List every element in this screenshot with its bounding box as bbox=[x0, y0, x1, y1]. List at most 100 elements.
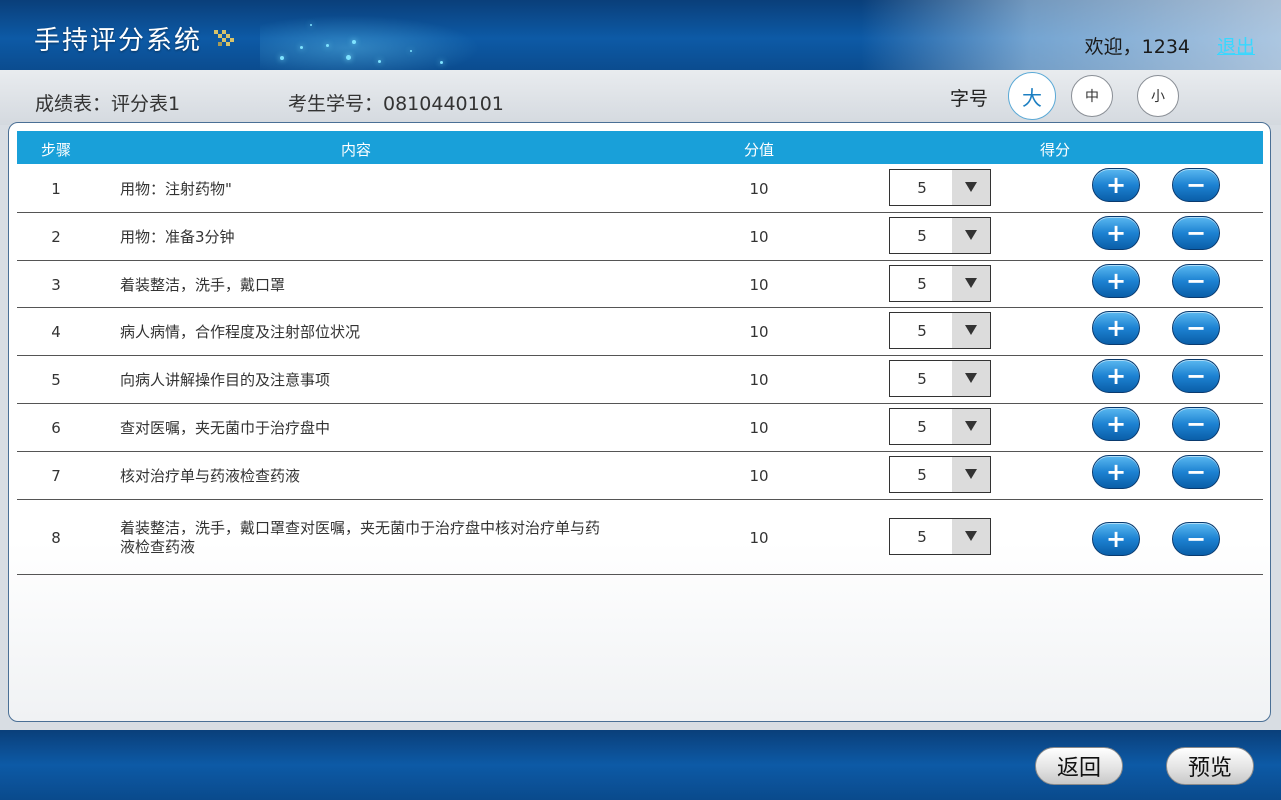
column-header-score: 分值 bbox=[743, 141, 774, 159]
table-row: 7 核对治疗单与药液检查药液 10 5 + − bbox=[17, 452, 1263, 500]
earned-score-value: 5 bbox=[917, 466, 927, 484]
font-size-medium-button[interactable]: 中 bbox=[1071, 75, 1113, 117]
step-number: 7 bbox=[51, 467, 61, 485]
table-row: 2 用物：准备3分钟 10 5 + − bbox=[17, 213, 1263, 261]
preview-button[interactable]: 预览 bbox=[1166, 747, 1254, 785]
step-number: 5 bbox=[51, 371, 61, 389]
back-button[interactable]: 返回 bbox=[1035, 747, 1123, 785]
column-header-earned: 得分 bbox=[1039, 141, 1070, 159]
step-content: 用物：准备3分钟 bbox=[120, 228, 235, 246]
step-number: 4 bbox=[51, 323, 61, 341]
triangle-down-icon bbox=[965, 469, 977, 479]
score-sheet-label: 成绩表：评分表1 bbox=[35, 93, 181, 115]
max-score: 10 bbox=[749, 180, 769, 198]
font-size-large-button[interactable]: 大 bbox=[1008, 72, 1056, 120]
step-number: 1 bbox=[51, 180, 61, 198]
dropdown-toggle[interactable] bbox=[952, 518, 990, 554]
welcome-text: 欢迎，1234 bbox=[1084, 36, 1190, 58]
sparkle-dot bbox=[280, 56, 284, 60]
earned-score-select[interactable]: 5 bbox=[889, 264, 991, 302]
increase-score-button[interactable]: + bbox=[1092, 455, 1140, 489]
sparkle-dot bbox=[352, 40, 356, 44]
decrease-score-button[interactable]: − bbox=[1172, 407, 1220, 441]
step-number: 8 bbox=[51, 528, 61, 547]
table-row: 5 向病人讲解操作目的及注意事项 10 5 + − bbox=[17, 356, 1263, 404]
dropdown-toggle[interactable] bbox=[952, 218, 990, 253]
step-number: 3 bbox=[51, 275, 61, 294]
earned-score-select[interactable]: 5 bbox=[889, 169, 991, 206]
increase-score-button[interactable]: + bbox=[1092, 216, 1140, 250]
sparkle-dot bbox=[300, 46, 303, 49]
decrease-score-button[interactable]: − bbox=[1172, 168, 1220, 202]
increase-score-button[interactable]: + bbox=[1092, 311, 1140, 345]
column-header-step: 步骤 bbox=[40, 141, 71, 159]
step-number: 2 bbox=[51, 228, 61, 246]
table-header: 步骤 内容 分值 得分 bbox=[17, 131, 1263, 164]
decrease-score-button[interactable]: − bbox=[1172, 311, 1220, 345]
checker-icon bbox=[214, 30, 234, 46]
dropdown-toggle[interactable] bbox=[952, 313, 990, 348]
max-score: 10 bbox=[749, 419, 769, 437]
sparkle-dot bbox=[346, 55, 351, 60]
triangle-down-icon bbox=[965, 277, 977, 288]
max-score: 10 bbox=[749, 275, 769, 294]
earned-score-select[interactable]: 5 bbox=[889, 360, 991, 397]
triangle-down-icon bbox=[965, 421, 977, 431]
earned-score-value: 5 bbox=[917, 370, 927, 388]
earned-score-value: 5 bbox=[917, 179, 927, 197]
font-size-small-button[interactable]: 小 bbox=[1137, 75, 1179, 117]
max-score: 10 bbox=[749, 528, 769, 547]
column-header-content: 内容 bbox=[340, 141, 371, 159]
step-content: 着装整洁，洗手，戴口罩查对医嘱，夹无菌巾于治疗盘中核对治疗单与药液检查药液 bbox=[120, 518, 601, 556]
score-table-panel: 步骤 内容 分值 得分 1 用物：注射药物" 10 5 + −2 用物：准备3分钟 10 5 + −… bbox=[8, 122, 1271, 722]
earned-score-select[interactable]: 5 bbox=[889, 312, 991, 349]
dropdown-toggle[interactable] bbox=[952, 457, 990, 492]
increase-score-button[interactable]: + bbox=[1092, 263, 1140, 298]
increase-score-button[interactable]: + bbox=[1092, 407, 1140, 441]
triangle-down-icon bbox=[965, 325, 977, 335]
earned-score-value: 5 bbox=[917, 322, 927, 340]
student-id-label: 考生学号：0810440101 bbox=[288, 93, 504, 115]
step-content: 核对治疗单与药液检查药液 bbox=[120, 467, 301, 485]
font-size-label: 字号 bbox=[950, 88, 989, 110]
step-content: 用物：注射药物" bbox=[120, 180, 232, 198]
triangle-down-icon bbox=[965, 530, 977, 541]
sparkle-dot bbox=[410, 50, 412, 52]
table-row: 1 用物：注射药物" 10 5 + − bbox=[17, 165, 1263, 213]
dropdown-toggle[interactable] bbox=[952, 170, 990, 205]
step-content: 向病人讲解操作目的及注意事项 bbox=[120, 371, 331, 389]
max-score: 10 bbox=[749, 371, 769, 389]
sparkle-dot bbox=[378, 60, 381, 63]
triangle-down-icon bbox=[965, 230, 977, 240]
increase-score-button[interactable]: + bbox=[1092, 168, 1140, 202]
dropdown-toggle[interactable] bbox=[952, 409, 990, 444]
increase-score-button[interactable]: + bbox=[1092, 359, 1140, 393]
earned-score-value: 5 bbox=[917, 418, 927, 436]
decrease-score-button[interactable]: − bbox=[1172, 216, 1220, 250]
dropdown-toggle[interactable] bbox=[952, 265, 990, 301]
logout-link[interactable]: 退出 bbox=[1217, 32, 1255, 59]
subheader: 成绩表：评分表1 考生学号：0810440101 字号 大 中 小 bbox=[0, 70, 1281, 125]
decrease-score-button[interactable]: − bbox=[1172, 359, 1220, 393]
sparkle-dot bbox=[326, 44, 329, 47]
table-row: 6 查对医嘱，夹无菌巾于治疗盘中 10 5 + − bbox=[17, 404, 1263, 452]
decrease-score-button[interactable]: − bbox=[1172, 263, 1220, 298]
earned-score-select[interactable]: 5 bbox=[889, 408, 991, 445]
sparkle-dot bbox=[440, 61, 443, 64]
decrease-score-button[interactable]: − bbox=[1172, 521, 1220, 556]
earned-score-select[interactable]: 5 bbox=[889, 517, 991, 555]
step-number: 6 bbox=[51, 419, 61, 437]
triangle-down-icon bbox=[965, 182, 977, 192]
max-score: 10 bbox=[749, 228, 769, 246]
earned-score-value: 5 bbox=[917, 527, 927, 546]
table-row: 3 着装整洁，洗手，戴口罩 10 5 + − bbox=[17, 261, 1263, 308]
decrease-score-button[interactable]: − bbox=[1172, 455, 1220, 489]
earned-score-select[interactable]: 5 bbox=[889, 456, 991, 493]
max-score: 10 bbox=[749, 323, 769, 341]
earned-score-select[interactable]: 5 bbox=[889, 217, 991, 254]
max-score: 10 bbox=[749, 467, 769, 485]
table-row: 4 病人病情，合作程度及注射部位状况 10 5 + − bbox=[17, 308, 1263, 356]
increase-score-button[interactable]: + bbox=[1092, 521, 1140, 556]
top-header: 手持评分系统 欢迎，1234 退出 bbox=[0, 0, 1281, 70]
dropdown-toggle[interactable] bbox=[952, 361, 990, 396]
